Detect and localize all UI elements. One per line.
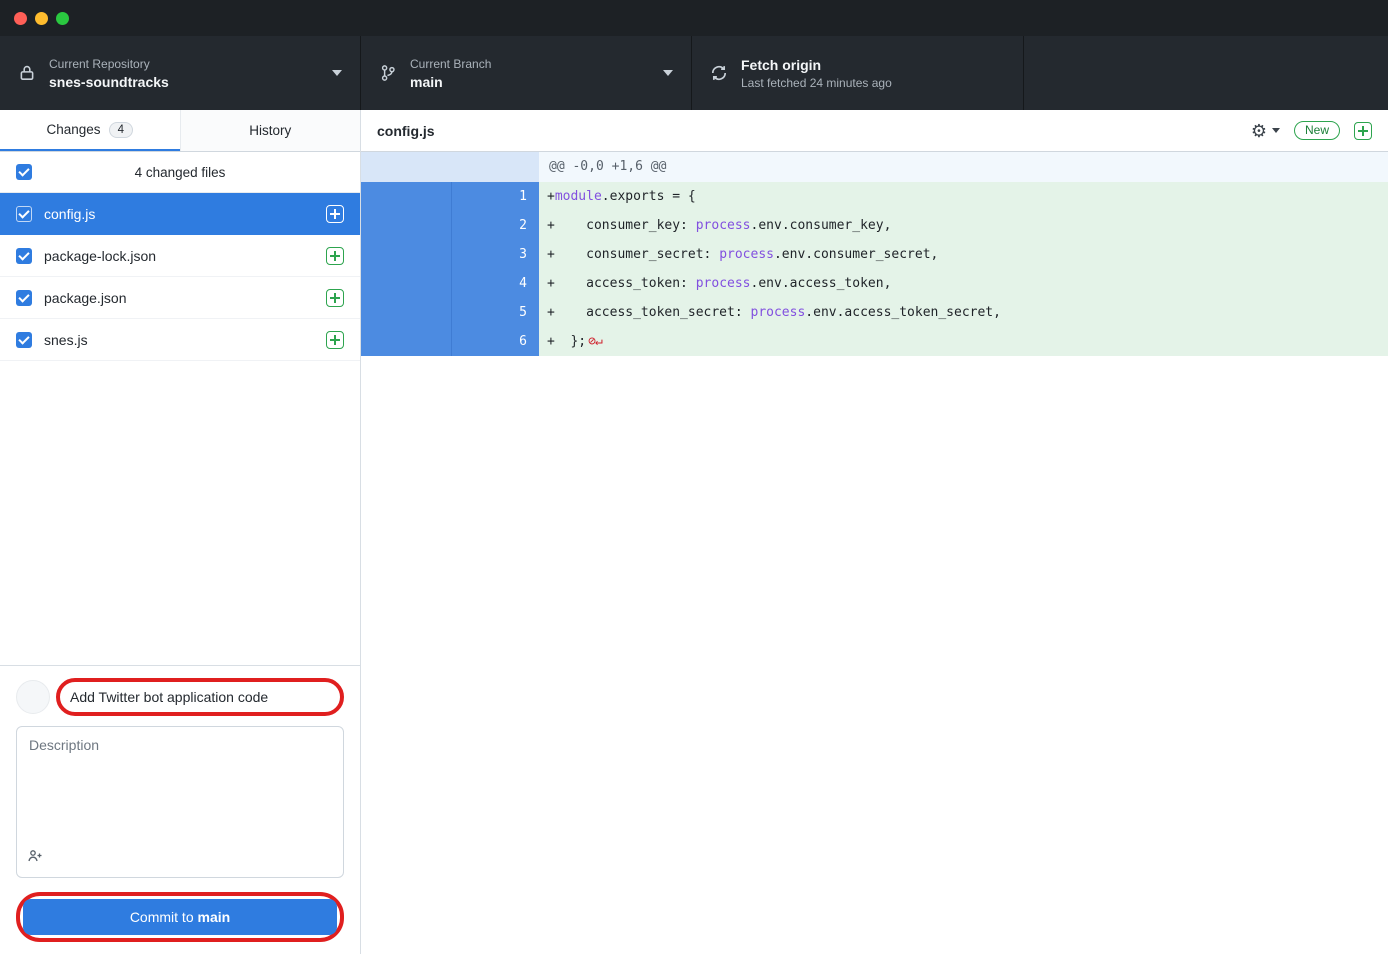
file-name: package-lock.json xyxy=(44,248,314,264)
changes-count-badge: 4 xyxy=(109,122,133,138)
fetch-origin-button[interactable]: Fetch origin Last fetched 24 minutes ago xyxy=(692,36,1024,110)
diff-line: 5 + access_token_secret: process.env.acc… xyxy=(361,298,1388,327)
diff-gutter-old xyxy=(361,211,452,240)
sidebar: Changes 4 History 4 changed files config… xyxy=(0,110,361,954)
commit-description-box xyxy=(16,726,344,878)
diff-line: 2 + consumer_key: process.env.consumer_k… xyxy=(361,211,1388,240)
file-row-package-lock-json[interactable]: package-lock.json xyxy=(0,235,360,277)
added-file-plus-icon[interactable] xyxy=(326,205,344,223)
file-name: config.js xyxy=(44,206,314,222)
diff-code-line: + access_token_secret: process.env.acces… xyxy=(539,298,1388,327)
diff-line: 3 + consumer_secret: process.env.consume… xyxy=(361,240,1388,269)
diff-file-title: config.js xyxy=(377,123,435,139)
select-all-checkbox[interactable] xyxy=(16,164,32,180)
added-file-plus-icon[interactable] xyxy=(326,247,344,265)
annotation-ring-summary xyxy=(56,678,344,716)
file-checkbox[interactable] xyxy=(16,206,32,222)
diff-code-line: + access_token: process.env.access_token… xyxy=(539,269,1388,298)
diff-gutter-old xyxy=(361,298,452,327)
chevron-down-icon xyxy=(1272,128,1280,133)
avatar xyxy=(16,680,50,714)
tab-changes-label: Changes xyxy=(47,122,101,137)
titlebar xyxy=(0,0,1388,36)
branch-name: main xyxy=(410,74,491,90)
gear-icon: ⚙ xyxy=(1251,122,1267,140)
hunk-gutter xyxy=(361,152,539,182)
chevron-down-icon xyxy=(663,70,673,76)
repository-lock-icon xyxy=(18,63,36,83)
diff-panel: config.js ⚙ New @@ -0,0 +1,6 @@ xyxy=(361,110,1388,954)
file-row-snes-js[interactable]: snes.js xyxy=(0,319,360,361)
git-branch-icon xyxy=(379,63,397,83)
no-newline-icon: ⊘↵ xyxy=(588,334,602,349)
added-file-plus-icon[interactable] xyxy=(326,331,344,349)
hunk-header-text: @@ -0,0 +1,6 @@ xyxy=(539,152,1388,182)
sidebar-tabbar: Changes 4 History xyxy=(0,110,360,152)
branch-label: Current Branch xyxy=(410,57,491,71)
diff-line: 6 + };⊘↵ xyxy=(361,327,1388,356)
current-branch-dropdown[interactable]: Current Branch main xyxy=(361,36,692,110)
add-coauthor-icon[interactable] xyxy=(27,848,43,869)
diff-gutter-old xyxy=(361,269,452,298)
new-file-badge: New xyxy=(1294,121,1340,140)
commit-form: Commit to main xyxy=(0,665,360,954)
diff-code-line: + };⊘↵ xyxy=(539,327,1388,356)
tab-history-label: History xyxy=(249,123,291,138)
repository-name: snes-soundtracks xyxy=(49,74,169,90)
diff-file-header: config.js ⚙ New xyxy=(361,110,1388,152)
diff-gutter-old xyxy=(361,182,452,211)
repository-label: Current Repository xyxy=(49,57,169,71)
commit-description-input[interactable] xyxy=(17,727,343,839)
github-desktop-window: Current Repository snes-soundtracks Curr… xyxy=(0,0,1388,954)
content: Changes 4 History 4 changed files config… xyxy=(0,110,1388,954)
diff-gutter-new: 1 xyxy=(452,182,539,211)
file-row-package-json[interactable]: package.json xyxy=(0,277,360,319)
commit-button[interactable]: Commit to main xyxy=(23,899,337,935)
diff-code-line: + consumer_key: process.env.consumer_key… xyxy=(539,211,1388,240)
diff-view: @@ -0,0 +1,6 @@ 1 +module.exports = { 2 … xyxy=(361,152,1388,954)
file-checkbox[interactable] xyxy=(16,290,32,306)
diff-gutter-new: 2 xyxy=(452,211,539,240)
sync-icon xyxy=(710,64,728,82)
chevron-down-icon xyxy=(332,70,342,76)
diff-gutter-old xyxy=(361,327,452,356)
file-row-config-js[interactable]: config.js xyxy=(0,193,360,235)
commit-summary-input[interactable] xyxy=(62,682,338,712)
minimize-window-button[interactable] xyxy=(35,12,48,25)
diff-gutter-new: 3 xyxy=(452,240,539,269)
fetch-label: Fetch origin xyxy=(741,57,892,73)
changed-files-header: 4 changed files xyxy=(0,152,360,193)
sidebar-spacer xyxy=(0,361,360,665)
diff-gutter-old xyxy=(361,240,452,269)
diff-gutter-new: 5 xyxy=(452,298,539,327)
diff-options-button[interactable]: ⚙ xyxy=(1251,122,1280,140)
tab-history[interactable]: History xyxy=(180,110,361,151)
commit-button-prefix: Commit to xyxy=(130,909,198,925)
fetch-status: Last fetched 24 minutes ago xyxy=(741,76,892,90)
tab-changes[interactable]: Changes 4 xyxy=(0,110,180,151)
current-repository-dropdown[interactable]: Current Repository snes-soundtracks xyxy=(0,36,361,110)
annotation-ring-commit: Commit to main xyxy=(16,892,344,942)
toolbar: Current Repository snes-soundtracks Curr… xyxy=(0,36,1388,110)
diff-line: 1 +module.exports = { xyxy=(361,182,1388,211)
file-name: snes.js xyxy=(44,332,314,348)
diff-code-line: +module.exports = { xyxy=(539,182,1388,211)
commit-button-branch: main xyxy=(198,909,231,925)
diff-line: 4 + access_token: process.env.access_tok… xyxy=(361,269,1388,298)
diff-gutter-new: 4 xyxy=(452,269,539,298)
hunk-header-row: @@ -0,0 +1,6 @@ xyxy=(361,152,1388,182)
file-checkbox[interactable] xyxy=(16,332,32,348)
commit-summary-row xyxy=(16,678,344,716)
close-window-button[interactable] xyxy=(14,12,27,25)
file-checkbox[interactable] xyxy=(16,248,32,264)
file-name: package.json xyxy=(44,290,314,306)
zoom-window-button[interactable] xyxy=(56,12,69,25)
added-file-plus-icon[interactable] xyxy=(1354,122,1372,140)
changed-files-count: 4 changed files xyxy=(32,165,328,180)
diff-gutter-new: 6 xyxy=(452,327,539,356)
diff-code-line: + consumer_secret: process.env.consumer_… xyxy=(539,240,1388,269)
added-file-plus-icon[interactable] xyxy=(326,289,344,307)
diff-header-actions: ⚙ New xyxy=(1251,121,1372,140)
